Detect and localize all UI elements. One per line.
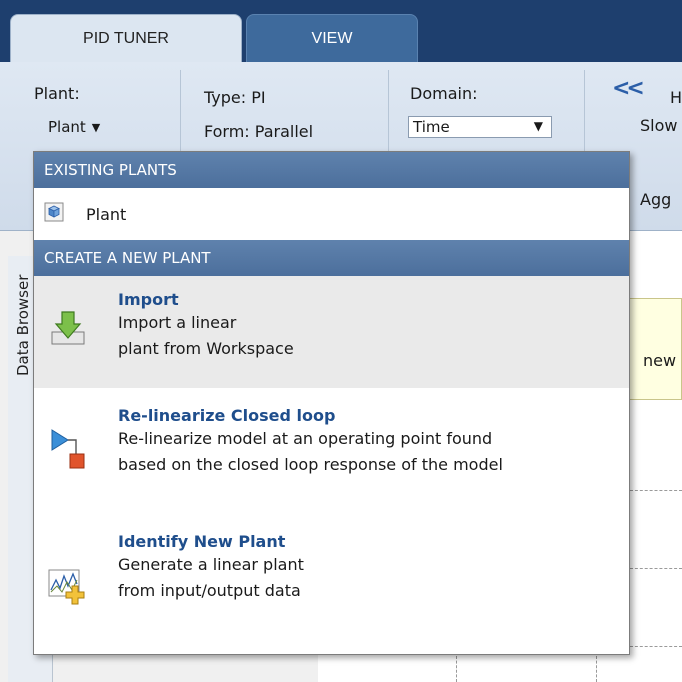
relinearize-desc-line2: based on the closed loop response of the… [118, 455, 503, 474]
controller-type-text: Type: PI [204, 88, 266, 107]
partial-label-slow: Slow [640, 116, 678, 135]
plant-button-label: Plant [48, 118, 86, 136]
plant-cube-icon [44, 202, 64, 226]
relinearize-title: Re-linearize Closed loop [118, 406, 336, 425]
import-arrow-icon [50, 310, 86, 352]
info-banner-text: new [643, 351, 677, 370]
domain-select-value: Time [413, 118, 450, 136]
import-desc-line2: plant from Workspace [118, 339, 294, 358]
import-title: Import [118, 290, 179, 309]
grid-line [596, 656, 597, 682]
chevron-down-icon: ▼ [533, 119, 543, 133]
import-desc-line1: Import a linear [118, 313, 237, 332]
partial-label-h: H [670, 88, 682, 107]
grid-line [630, 646, 682, 647]
existing-plants-header: EXISTING PLANTS [34, 152, 629, 188]
double-chevron-left-icon[interactable]: << [612, 76, 645, 101]
controller-form-text: Form: Parallel [204, 122, 314, 141]
domain-select[interactable]: Time ▼ [408, 116, 552, 138]
grid-line [630, 490, 682, 491]
import-plant-item[interactable]: Import Import a linear plant from Worksp… [34, 276, 629, 388]
grid-line [456, 656, 457, 682]
plant-label: Plant: [34, 84, 80, 103]
info-banner: new [624, 298, 682, 400]
plant-dropdown-menu: EXISTING PLANTS Plant CREATE A NEW PLANT… [33, 151, 630, 655]
identify-plant-desc-line1: Generate a linear plant [118, 555, 304, 574]
identify-plant-title: Identify New Plant [118, 532, 286, 551]
identify-plant-icon [48, 566, 88, 610]
data-browser-tab-label: Data Browser [14, 274, 32, 376]
tab-strip: PID TUNER VIEW [0, 0, 682, 62]
relinearize-icon [50, 428, 90, 476]
domain-label: Domain: [410, 84, 478, 103]
chevron-down-icon: ▼ [91, 120, 101, 134]
tab-view[interactable]: VIEW [246, 14, 418, 62]
existing-plant-item[interactable]: Plant [34, 188, 629, 240]
identify-plant-desc-line2: from input/output data [118, 581, 301, 600]
grid-line [630, 568, 682, 569]
identify-plant-item[interactable]: Identify New Plant Generate a linear pla… [34, 514, 629, 654]
plant-select-button[interactable]: Plant ▼ [48, 118, 100, 136]
relinearize-item[interactable]: Re-linearize Closed loop Re-linearize mo… [34, 388, 629, 514]
tab-pid-tuner[interactable]: PID TUNER [10, 14, 242, 62]
existing-plant-label: Plant [86, 204, 127, 224]
create-plant-header: CREATE A NEW PLANT [34, 240, 629, 276]
partial-label-agg: Agg [640, 190, 672, 209]
relinearize-desc-line1: Re-linearize model at an operating point… [118, 429, 493, 448]
